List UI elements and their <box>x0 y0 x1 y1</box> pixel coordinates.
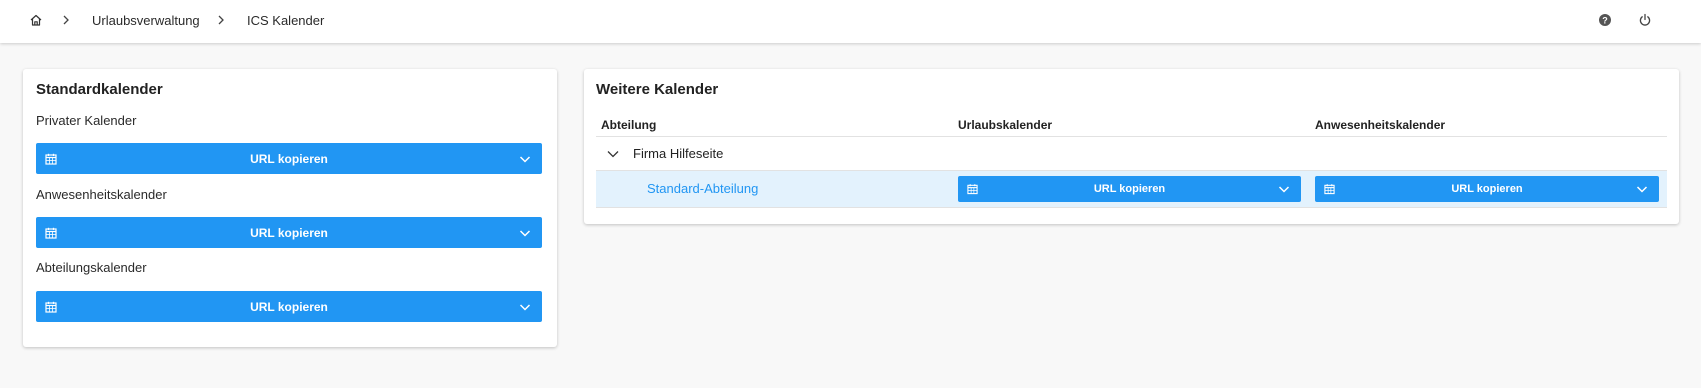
calendar-icon <box>1324 184 1335 195</box>
row-divider <box>596 207 1667 208</box>
button-label: URL kopieren <box>1093 183 1166 195</box>
chevron-right-icon <box>63 15 69 25</box>
column-header-urlaubskalender: Urlaubskalender <box>958 118 1053 132</box>
calendar-icon <box>45 301 57 313</box>
table-row: Standard-Abteilung URL kopieren URL kopi… <box>596 171 1667 207</box>
top-bar: Urlaubsverwaltung ICS Kalender ? <box>0 0 1701 43</box>
button-label: URL kopieren <box>250 299 328 314</box>
column-header-abteilung: Abteilung <box>601 118 657 132</box>
column-header-anwesenheitskalender: Anwesenheitskalender <box>1315 118 1446 132</box>
breadcrumb-item-ics-kalender: ICS Kalender <box>247 12 325 28</box>
chevron-down-icon[interactable] <box>606 147 620 161</box>
power-icon[interactable] <box>1636 11 1654 29</box>
standard-calendar-card: Standardkalender Privater Kalender URL k… <box>23 69 557 347</box>
further-calendars-card: Weitere Kalender Abteilung Urlaubskalend… <box>584 69 1679 224</box>
presence-calendar-label: Anwesenheitskalender <box>36 187 167 202</box>
presence-calendar-url-button[interactable]: URL kopieren <box>36 217 542 248</box>
presence-calendar-url-button[interactable]: URL kopieren <box>1315 176 1659 202</box>
vacation-calendar-url-button[interactable]: URL kopieren <box>958 176 1301 202</box>
group-row[interactable]: Firma Hilfeseite <box>596 137 1667 170</box>
department-link[interactable]: Standard-Abteilung <box>647 181 758 196</box>
help-icon[interactable]: ? <box>1596 11 1614 29</box>
department-calendar-label: Abteilungskalender <box>36 260 147 275</box>
chevron-down-icon <box>519 303 531 311</box>
department-calendar-url-button[interactable]: URL kopieren <box>36 291 542 322</box>
calendar-icon <box>45 227 57 239</box>
calendar-icon <box>967 184 978 195</box>
breadcrumb-item-urlaubsverwaltung[interactable]: Urlaubsverwaltung <box>92 0 200 40</box>
card-title: Weitere Kalender <box>596 81 719 98</box>
svg-text:?: ? <box>1602 15 1608 25</box>
chevron-down-icon <box>519 155 531 163</box>
button-label: URL kopieren <box>250 151 328 166</box>
chevron-down-icon <box>1636 186 1648 193</box>
calendar-icon <box>45 153 57 165</box>
home-icon[interactable] <box>27 11 45 29</box>
group-name: Firma Hilfeseite <box>633 146 724 161</box>
chevron-down-icon <box>519 229 531 237</box>
button-label: URL kopieren <box>250 225 328 240</box>
button-label: URL kopieren <box>1451 183 1523 195</box>
card-title: Standardkalender <box>36 81 163 98</box>
chevron-right-icon <box>218 15 224 25</box>
chevron-down-icon <box>1278 186 1290 193</box>
private-calendar-url-button[interactable]: URL kopieren <box>36 143 542 174</box>
private-calendar-label: Privater Kalender <box>36 113 137 128</box>
